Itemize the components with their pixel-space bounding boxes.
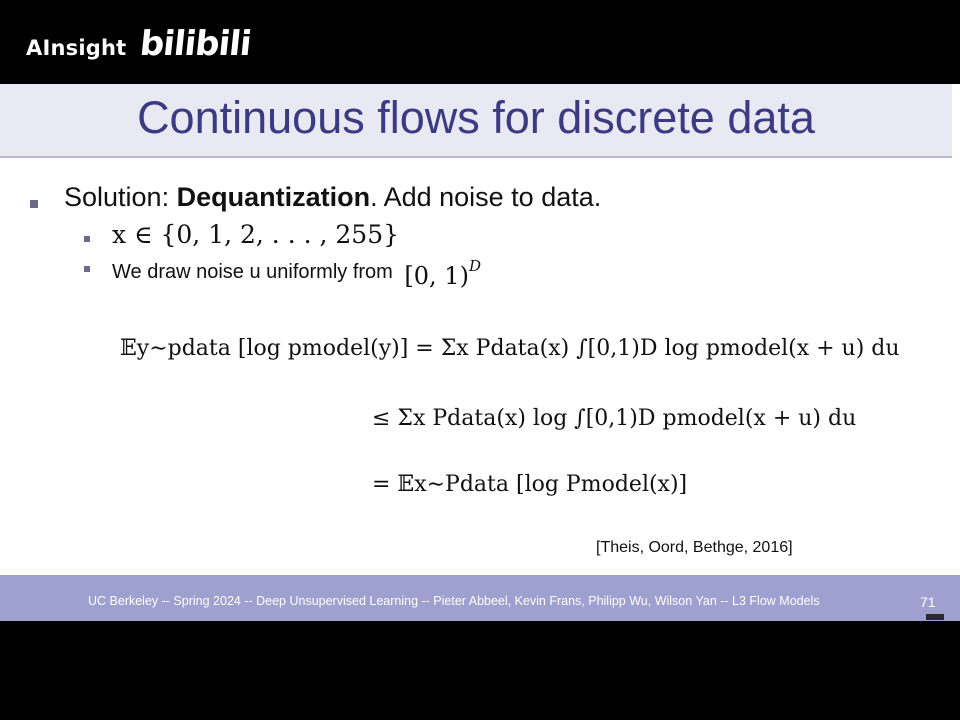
bullet-solution-prefix: Solution: (64, 182, 177, 212)
bilibili-logo: bilibili (137, 24, 253, 64)
sub-bullet-x-set: x ∈ {0, 1, 2, . . . , 255} (112, 220, 399, 249)
equation-line-3: = 𝔼x∼Pdata [log Pmodel(x)] (372, 472, 688, 497)
sub-bullet-marker (84, 266, 90, 272)
page-number: 71 (920, 594, 936, 610)
sub-bullet-noise: We draw noise u uniformly from [0, 1)D (112, 256, 481, 290)
bottom-letterbox (0, 621, 960, 720)
title-band: Continuous flows for discrete data (0, 84, 952, 158)
bullet-solution: Solution: Dequantization. Add noise to d… (64, 182, 601, 213)
sub-bullet-marker (84, 236, 90, 242)
slide: Continuous flows for discrete data Solut… (0, 84, 960, 621)
slide-footer: UC Berkeley -- Spring 2024 -- Deep Unsup… (0, 575, 960, 621)
citation: [Theis, Oord, Bethge, 2016] (596, 539, 793, 556)
slide-title: Continuous flows for discrete data (137, 92, 815, 143)
footer-text: UC Berkeley -- Spring 2024 -- Deep Unsup… (88, 594, 820, 608)
bullet-solution-bold: Dequantization (176, 182, 371, 212)
bullet-solution-suffix: . Add noise to data. (370, 182, 602, 212)
watermark-brand: AInsight (26, 36, 127, 60)
bullet-marker (30, 200, 38, 208)
equation-line-2: ≤ Σx Pdata(x) log ∫[0,1)D pmodel(x + u) … (372, 406, 857, 431)
sub-bullet-noise-text: We draw noise u uniformly from (112, 261, 393, 283)
equation-line-1: 𝔼y∼pdata [log pmodel(y)] = Σx Pdata(x) ∫… (120, 336, 900, 361)
unit-cube-math: [0, 1)D (404, 257, 481, 290)
video-corner-mark (926, 614, 944, 620)
